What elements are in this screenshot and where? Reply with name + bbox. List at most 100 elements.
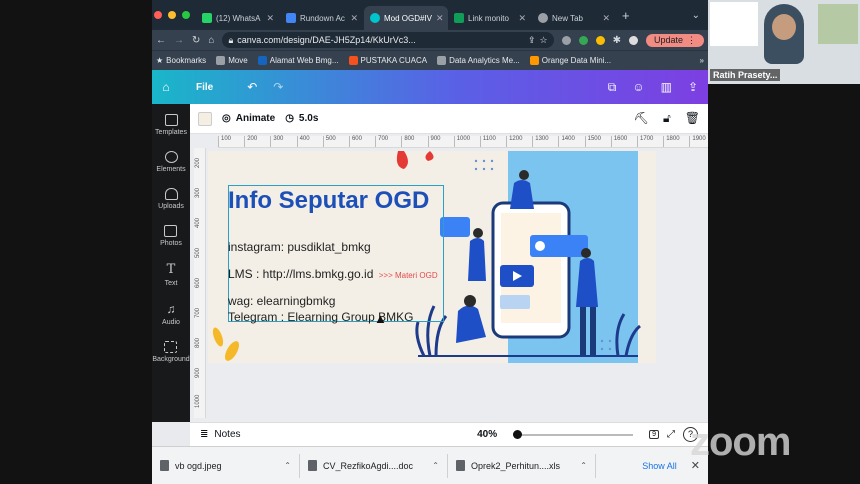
ruler-mark: 700: [375, 136, 401, 147]
extension-icon[interactable]: [561, 35, 571, 45]
animate-button[interactable]: ◎ Animate: [222, 113, 275, 124]
bookmark-item[interactable]: ★ Bookmarks: [156, 56, 206, 65]
slide-instagram-line[interactable]: instagram: pusdiklat_bmkg: [228, 240, 371, 254]
ruler-mark: 800: [401, 136, 427, 147]
background-poster: [710, 2, 758, 46]
text-t-icon: T: [166, 262, 176, 277]
orange-icon: [529, 56, 539, 65]
maximize-window-button[interactable]: [182, 11, 190, 19]
trash-icon[interactable]: 🗑︎: [685, 111, 700, 126]
templates-icon: [164, 114, 178, 126]
side-item-templates[interactable]: Templates: [155, 114, 187, 136]
ruler-mark: 1200: [506, 136, 532, 147]
side-item-text[interactable]: T Text: [165, 262, 178, 287]
ruler-mark: 600: [195, 277, 201, 288]
bookmark-item[interactable]: Orange Data Mini...: [529, 56, 611, 65]
bookmark-label: Bookmarks: [166, 56, 207, 65]
notes-button[interactable]: ≣ Notes: [200, 429, 241, 440]
participant-video-tile[interactable]: Ratih Prasety...: [708, 0, 860, 84]
address-bar[interactable]: 🔒︎ canva.com/design/DAE-JH5Zp14/KkUrVc3.…: [222, 32, 554, 48]
collaborate-icon[interactable]: ☺: [632, 80, 644, 95]
bookmark-item[interactable]: Data Analytics Me...: [437, 56, 520, 65]
bookmark-star-icon[interactable]: ☆: [540, 35, 548, 46]
bookmark-item[interactable]: PUSTAKA CUACA: [348, 56, 427, 65]
background-color-swatch[interactable]: [198, 111, 212, 126]
new-tab-button[interactable]: +: [622, 8, 630, 23]
back-icon[interactable]: ←: [156, 35, 166, 46]
close-tab-icon[interactable]: ✕: [266, 13, 274, 24]
slide-wag-line[interactable]: wag: elearningbmkg: [228, 294, 335, 308]
forward-icon[interactable]: →: [174, 35, 184, 46]
globe-icon: [437, 56, 447, 65]
download-item[interactable]: vb ogd.jpeg ⌃: [152, 453, 300, 478]
zoom-slider[interactable]: [513, 429, 634, 439]
chevron-up-icon[interactable]: ⌃: [284, 461, 291, 470]
extension-icon[interactable]: [595, 35, 605, 45]
music-note-icon: ♫: [166, 302, 176, 316]
context-actions: ⛏ 🔓︎ 🗑︎: [634, 111, 700, 126]
chevron-up-icon[interactable]: ⌃: [432, 461, 439, 470]
page-count-button[interactable]: 9: [649, 430, 659, 439]
download-item[interactable]: CV_RezfikoAgdi....doc ⌃: [300, 453, 448, 478]
zoom-screen-share: (12) WhatsA ✕ Rundown Ac ✕ Mod OGD#IV ✕ Lin…: [0, 0, 860, 484]
close-tab-icon[interactable]: ✕: [602, 13, 610, 24]
zoom-level[interactable]: 40%: [477, 429, 497, 440]
tab-link-monitor[interactable]: Link monito ✕: [448, 6, 532, 30]
side-item-photos[interactable]: Photos: [160, 225, 182, 247]
update-button[interactable]: Update ⋮: [645, 33, 704, 47]
participant-face: [772, 14, 796, 40]
close-tab-icon[interactable]: ✕: [350, 13, 358, 24]
share-icon[interactable]: ⇪: [528, 35, 536, 46]
tab-rundown[interactable]: Rundown Ac ✕: [280, 6, 364, 30]
ruler-mark: 1300: [532, 136, 558, 147]
tab-label: New Tab: [552, 13, 583, 23]
close-tab-icon[interactable]: ✕: [518, 13, 526, 24]
ruler-mark: 500: [195, 247, 201, 258]
zoom-slider-knob[interactable]: [513, 429, 523, 439]
tab-canva-active[interactable]: Mod OGD#IV ✕: [364, 6, 448, 30]
ruler-mark: 900: [195, 367, 201, 378]
tab-label: (12) WhatsA: [216, 13, 261, 23]
close-window-button[interactable]: [154, 11, 162, 19]
bookmarks-bar: ★ Bookmarks Move Alamat Web Bmg... PUSTAK…: [152, 50, 708, 70]
chevron-up-icon[interactable]: ⌃: [580, 461, 587, 470]
home-icon[interactable]: ⌂: [156, 80, 176, 94]
home-icon[interactable]: ⌂: [208, 35, 214, 46]
paint-roller-icon[interactable]: ⛏: [634, 111, 649, 126]
side-item-label: Audio: [162, 319, 180, 326]
side-item-elements[interactable]: Elements: [156, 151, 186, 173]
bookmark-item[interactable]: Move: [216, 56, 248, 65]
profile-avatar[interactable]: [628, 35, 638, 45]
extension-icon[interactable]: [578, 35, 588, 45]
lock-icon[interactable]: 🔓︎: [663, 111, 671, 126]
share-upload-icon[interactable]: ⇪: [688, 80, 698, 95]
tab-new-tab[interactable]: New Tab ✕: [532, 6, 616, 30]
slide-lms-line[interactable]: LMS : http://lms.bmkg.go.id >>> Materi O…: [228, 267, 438, 281]
resize-icon[interactable]: ⧉: [608, 80, 617, 95]
puzzle-icon[interactable]: ✱: [613, 35, 621, 46]
show-all-downloads-link[interactable]: Show All: [642, 461, 677, 471]
tab-whatsapp[interactable]: (12) WhatsA ✕: [196, 6, 280, 30]
bookmarks-overflow-icon[interactable]: »: [700, 56, 704, 65]
side-item-uploads[interactable]: Uploads: [158, 188, 184, 210]
slide-page[interactable]: Info Seputar OGD instagram: pusdiklat_bm…: [208, 151, 656, 363]
download-item[interactable]: Oprek2_Perhitun....xls ⌃: [448, 453, 596, 478]
file-menu[interactable]: File: [196, 82, 213, 93]
tab-search-chevron-icon[interactable]: ⌄: [692, 10, 700, 21]
reload-icon[interactable]: ↻: [192, 35, 200, 46]
fullscreen-icon[interactable]: ⤢: [667, 429, 675, 440]
close-tab-icon[interactable]: ✕: [436, 13, 444, 24]
minimize-window-button[interactable]: [168, 11, 176, 19]
file-icon: [456, 460, 465, 471]
person-head: [473, 228, 483, 238]
bookmark-item[interactable]: Alamat Web Bmg...: [257, 56, 339, 65]
redo-icon[interactable]: ↷: [273, 80, 283, 94]
duration-button[interactable]: ◷ 5.0s: [285, 113, 318, 124]
undo-icon[interactable]: ↶: [247, 80, 257, 94]
slide-title[interactable]: Info Seputar OGD: [228, 187, 429, 215]
insights-chart-icon[interactable]: ▥: [661, 80, 672, 95]
ruler-mark: 300: [195, 187, 201, 198]
side-item-audio[interactable]: ♫ Audio: [162, 302, 180, 326]
chrome-icon: [538, 13, 548, 23]
side-item-background[interactable]: Background: [152, 341, 190, 363]
